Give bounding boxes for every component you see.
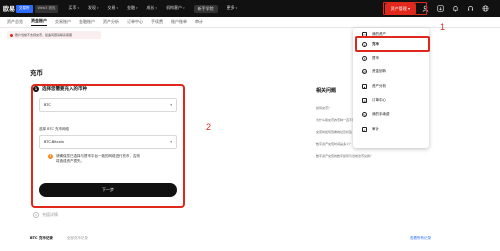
faq-item[interactable]: 充值时如何查看地址及标签 — [316, 130, 352, 134]
network-warning: ! 请确保您已选择与提币平台一致的网络进行充币，否则 将造成资产损失。 — [48, 154, 176, 164]
alert-dot-icon — [10, 33, 13, 37]
tab-overview[interactable]: 资产总览 — [7, 19, 23, 25]
menu-item-my-fees[interactable]: % 我的手续费 — [362, 112, 390, 117]
step-number-badge: 2 — [33, 212, 39, 218]
tab-btc-deposit-history[interactable]: BTC 充币记录 — [30, 236, 53, 241]
chevron-down-icon: ▾ — [116, 5, 119, 10]
view-all-records-link[interactable]: 查看所有记录 — [410, 236, 431, 241]
download-icon[interactable] — [436, 4, 445, 13]
tab-asset-analysis[interactable]: 资产分析 — [103, 19, 119, 25]
headset-support-icon[interactable] — [466, 4, 475, 13]
tab-order-center[interactable]: 订单中心 — [127, 19, 143, 25]
chevron-down-icon: ▾ — [170, 140, 172, 144]
tab-fees[interactable]: 手续费 — [151, 19, 163, 25]
page-title: 充币 — [30, 69, 43, 77]
step-2-label: 充值详情 — [42, 212, 58, 217]
nav-trade[interactable]: 交易▾ — [108, 5, 119, 13]
annotation-number-1: 1 — [440, 22, 446, 32]
globe-language-icon[interactable] — [481, 4, 490, 13]
tab-all-deposit-history[interactable]: 全部充币记录 — [67, 236, 88, 241]
withdraw-icon: ↑ — [362, 56, 367, 61]
nav-more[interactable]: 更多▾ — [227, 5, 238, 13]
highlight-deposit-menu-item — [355, 36, 430, 52]
step-title: 选择您需要充入的币种 — [42, 87, 87, 92]
faq-item[interactable]: 数字资产充值的数字如何与当地法币兑换？ — [316, 154, 373, 158]
step-number-badge: 1 — [33, 86, 39, 92]
menu-item-transfer[interactable]: ⇄ 资金划转 — [362, 69, 386, 74]
main-nav: 买币▾ 发现▾ 交易▾ 金融▾ 成长▾ 机构客户▾ 新手学院 更多▾ — [68, 4, 246, 13]
tab-finance-account[interactable]: 金融账户 — [79, 19, 95, 25]
step-2-deposit-details: 2 充值详情 — [33, 212, 58, 218]
exchange-tab[interactable]: 交易所 — [16, 4, 33, 13]
faq-title: 相关问题 — [316, 88, 337, 94]
faq-item[interactable]: 数字资产充值时间是多少？ — [316, 142, 352, 146]
tab-audit[interactable]: 审计 — [195, 19, 203, 25]
tab-funding-account[interactable]: 资金账户 — [31, 18, 47, 26]
account-notice: 账户当前不支持充币，如遇问题请联系客服 — [7, 31, 101, 39]
chevron-down-icon: ▾ — [136, 5, 138, 10]
asset-subtabs: 资产总览 资金账户 交易账户 金融账户 资产分析 订单中心 手续费 账户账单 审… — [0, 17, 500, 28]
notification-bell-icon[interactable] — [451, 4, 460, 13]
chevron-down-icon: ▾ — [235, 5, 238, 10]
menu-item-withdraw[interactable]: ↑ 提币 — [362, 56, 379, 61]
next-step-button[interactable]: 下一步 — [39, 183, 177, 197]
notice-text: 账户当前不支持充币，如遇问题请联系客服 — [15, 33, 73, 37]
warning-icon: ! — [48, 154, 53, 159]
menu-item-audit[interactable]: ✓ 审计 — [362, 127, 379, 132]
nav-discover[interactable]: 发现▾ — [88, 5, 99, 13]
faq-item[interactable]: 如何充币？ — [316, 106, 331, 110]
menu-item-order-center[interactable]: ≡ 订单中心 — [362, 98, 386, 103]
network-label: 选择 BTC 充币网络 — [39, 127, 70, 131]
audit-icon: ✓ — [362, 127, 367, 132]
nav-growth[interactable]: 成长▾ — [147, 5, 158, 13]
nav-beginner-academy[interactable]: 新手学院 — [193, 4, 218, 13]
annotation-number-2: 2 — [206, 122, 212, 132]
nav-finance[interactable]: 金融▾ — [127, 5, 138, 13]
chevron-down-icon: ▾ — [155, 5, 158, 10]
chart-icon: ▴ — [362, 84, 367, 89]
network-select[interactable]: BTC-Bitcoin ▾ — [39, 135, 177, 149]
chevron-down-icon: ▾ — [97, 5, 99, 10]
tab-trading-account[interactable]: 交易账户 — [55, 19, 71, 25]
web3-wallet-tab[interactable]: Web3 钱包 — [34, 4, 59, 13]
menu-item-asset-analysis[interactable]: ▴ 资产分析 — [362, 84, 386, 89]
fee-icon: % — [362, 112, 367, 117]
nav-institutional[interactable]: 机构客户▾ — [166, 5, 185, 13]
coin-select[interactable]: BTC ▾ — [39, 98, 177, 112]
order-icon: ≡ — [362, 98, 367, 103]
coin-select-value: BTC — [44, 103, 51, 107]
network-select-value: BTC-Bitcoin — [44, 140, 64, 144]
deposit-history-tabs: BTC 充币记录 全部充币记录 — [30, 236, 102, 241]
chevron-down-icon: ▾ — [183, 5, 185, 10]
nav-buy[interactable]: 买币▾ — [68, 5, 79, 13]
brand-logo[interactable]: 欧易 — [3, 4, 16, 13]
warning-text-line2: 将造成资产损失。 — [56, 159, 84, 163]
transfer-icon: ⇄ — [362, 69, 367, 74]
tab-account-statement[interactable]: 账户账单 — [171, 19, 187, 25]
chevron-down-icon: ▾ — [77, 5, 79, 10]
highlight-asset-button — [383, 2, 427, 15]
chevron-down-icon: ▾ — [170, 103, 172, 107]
